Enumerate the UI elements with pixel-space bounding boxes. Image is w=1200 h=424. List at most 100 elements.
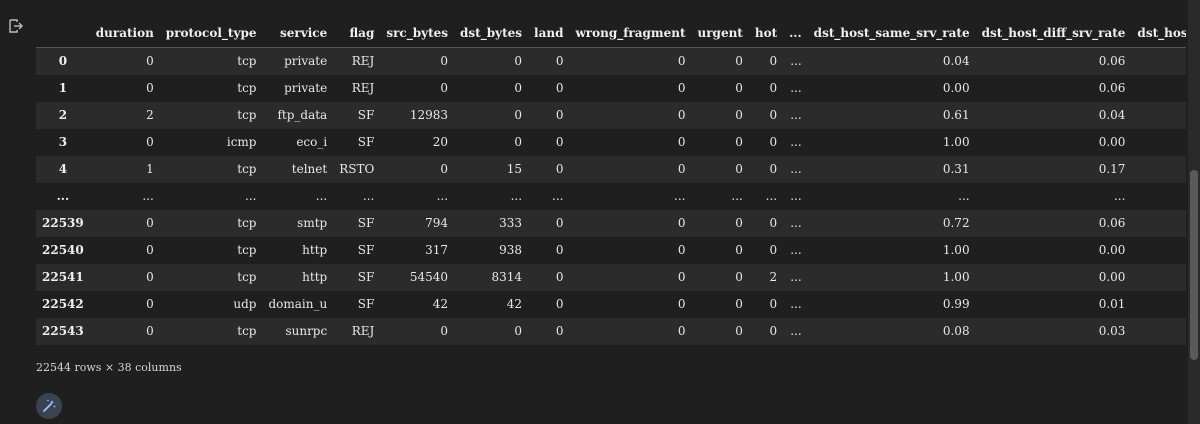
cell-dst-host-diff-srv-rate: 0.06 <box>1098 216 1126 230</box>
column-header-ellipsis: ... <box>783 20 808 48</box>
scrollbar-thumb[interactable] <box>1190 170 1198 360</box>
cell-urgent: 0 <box>735 297 743 311</box>
cell-dst-host-same-src-port-rate: 0.61 <box>1131 102 1186 129</box>
cell-protocol-type: tcp <box>237 243 257 257</box>
row-index: 22543 <box>42 324 84 338</box>
cell-hot: 0 <box>769 135 778 149</box>
cell-src-bytes: 317 <box>425 243 449 257</box>
cell-hot: 0 <box>769 243 778 257</box>
cell-duration: 0 <box>146 135 154 149</box>
cell-dst-host-same-srv-rate: 0.04 <box>942 54 970 68</box>
cell-ellipsis: ... <box>790 81 802 95</box>
table-row: 4 1 tcp telnet RSTO 0 15 0 0 0 0... 0.31 0.17 0.03 <box>36 156 1186 183</box>
cell-dst-host-same-src-port-rate: 0.00 <box>1131 264 1186 291</box>
magic-wand-button[interactable] <box>36 393 62 419</box>
cell-dst-bytes: 938 <box>499 243 523 257</box>
row-index: 22542 <box>42 297 84 311</box>
cell-land: 0 <box>555 162 564 176</box>
cell-flag: SF <box>357 108 375 122</box>
cell-dst-host-diff-srv-rate: 0.17 <box>1098 162 1126 176</box>
cell-dst-host-same-srv-rate: 0.61 <box>942 108 970 122</box>
cell-hot: 0 <box>769 297 778 311</box>
cell-urgent: 0 <box>735 81 743 95</box>
column-header-land: land <box>528 20 570 48</box>
cell-hot: 0 <box>769 81 778 95</box>
table-row: 0 0 tcp private REJ 0 0 0 0 0 0... 0.04 0.06 0.00 <box>36 47 1186 75</box>
cell-service: ... <box>315 189 328 203</box>
cell-hot: 0 <box>769 324 778 338</box>
cell-dst-host-diff-srv-rate: 0.06 <box>1098 81 1126 95</box>
cell-ellipsis: ... <box>790 243 802 257</box>
cell-urgent: 0 <box>735 270 743 284</box>
cell-land: 0 <box>555 135 564 149</box>
cell-land: 0 <box>555 81 564 95</box>
cell-dst-host-same-src-port-rate: 0.00 <box>1131 291 1186 318</box>
cell-flag: SF <box>357 297 375 311</box>
index-header <box>36 20 90 48</box>
cell-flag: SF <box>357 270 375 284</box>
cell-duration: 0 <box>146 297 154 311</box>
cell-urgent: ... <box>731 189 743 203</box>
cell-src-bytes: 0 <box>440 324 449 338</box>
cell-gutter <box>0 0 32 424</box>
cell-duration: 0 <box>146 270 154 284</box>
cell-duration: 1 <box>146 162 154 176</box>
column-header-dst-host-diff-srv-rate: dst_host_diff_srv_rate <box>975 20 1132 48</box>
column-header-service: service <box>262 20 334 48</box>
cell-land: 0 <box>555 270 564 284</box>
cell-service: http <box>302 270 328 284</box>
cell-wrong-fragment: 0 <box>677 216 686 230</box>
cell-hot: 0 <box>769 216 778 230</box>
magic-wand-icon <box>43 399 56 412</box>
cell-hot: 0 <box>769 54 778 68</box>
row-index: 4 <box>58 162 68 176</box>
cell-flag: SF <box>357 216 375 230</box>
cell-dst-host-same-srv-rate: 0.99 <box>942 297 970 311</box>
cell-dst-host-same-srv-rate: 0.00 <box>942 81 970 95</box>
cell-dst-bytes: 333 <box>499 216 523 230</box>
cell-urgent: 0 <box>735 243 743 257</box>
cell-src-bytes: ... <box>436 189 449 203</box>
table-row: 22541 0 tcp http SF 54540 8314 0 0 0 2... 1.00 0.00 0… <box>36 264 1186 291</box>
column-header-duration: duration <box>89 20 160 48</box>
cell-ellipsis: ... <box>790 162 802 176</box>
cell-flag: REJ <box>351 81 375 95</box>
cell-dst-bytes: 0 <box>514 54 523 68</box>
cell-ellipsis: ... <box>790 270 802 284</box>
table-row: 22543 0 tcp sunrpc REJ 0 0 0 0 0 0... 0.08 0.03 0.00 <box>36 318 1186 345</box>
cell-land: 0 <box>555 324 564 338</box>
cell-dst-host-same-srv-rate: 0.72 <box>942 216 970 230</box>
table-row: 2 2 tcp ftp_data SF 12983 0 0 0 0 0... 0.61 0.04 0.61 <box>36 102 1186 129</box>
cell-src-bytes: 794 <box>425 216 449 230</box>
cell-hot: ... <box>765 189 778 203</box>
cell-protocol-type: udp <box>233 297 257 311</box>
cell-dst-bytes: 8314 <box>491 270 523 284</box>
output-redirect-icon[interactable] <box>8 18 24 34</box>
cell-wrong-fragment: 0 <box>677 324 686 338</box>
cell-dst-host-diff-srv-rate: 0.04 <box>1098 108 1126 122</box>
cell-protocol-type: ... <box>245 189 257 203</box>
cell-flag: REJ <box>351 54 375 68</box>
cell-service: smtp <box>297 216 328 230</box>
cell-land: 0 <box>555 297 564 311</box>
column-header-wrong-fragment: wrong_fragment <box>569 20 692 48</box>
cell-dst-host-same-src-port-rate: 0.00 <box>1131 75 1186 102</box>
row-index: 22540 <box>42 243 84 257</box>
row-index: 1 <box>58 81 68 95</box>
table-row: 22539 0 tcp smtp SF 794 333 0 0 0 0... 0.72 0.06 0.01 <box>36 210 1186 237</box>
cell-ellipsis: ... <box>790 54 802 68</box>
vertical-scrollbar[interactable] <box>1188 0 1200 424</box>
table-body: 0 0 tcp private REJ 0 0 0 0 0 0... 0.04 0.06 0.00 1 0 tc… <box>36 47 1186 345</box>
cell-urgent: 0 <box>735 54 743 68</box>
cell-urgent: 0 <box>735 108 743 122</box>
cell-src-bytes: 54540 <box>409 270 449 284</box>
cell-src-bytes: 0 <box>440 54 449 68</box>
column-header-dst-host-same-src-port-rate: dst_host_same_src_port_rate <box>1131 20 1186 48</box>
cell-duration: 0 <box>146 243 154 257</box>
cell-ellipsis: ... <box>790 297 802 311</box>
cell-flag: REJ <box>351 324 375 338</box>
cell-duration: 0 <box>146 81 154 95</box>
cell-dst-host-diff-srv-rate: ... <box>1113 189 1126 203</box>
cell-ellipsis: ... <box>790 189 802 203</box>
cell-duration: ... <box>142 189 154 203</box>
